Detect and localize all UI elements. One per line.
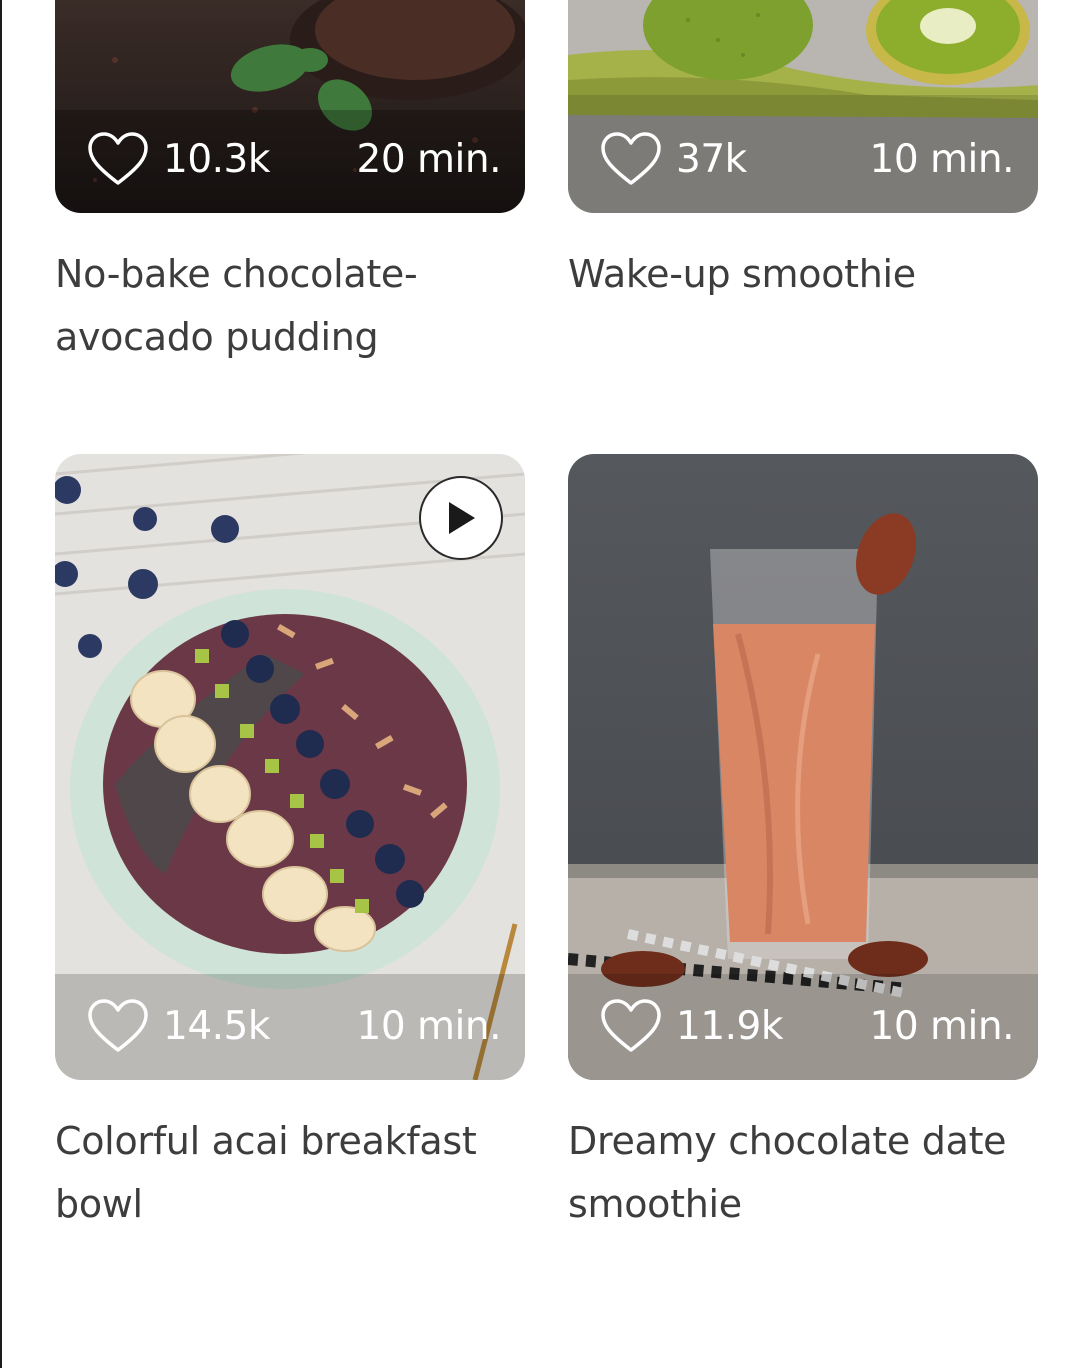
play-video-button[interactable] [419, 476, 503, 560]
recipe-meta: 11.9k 10 min. [568, 998, 1038, 1054]
recipe-title[interactable]: Dreamy chocolate date smoothie [568, 1110, 1038, 1236]
heart-outline-icon[interactable] [87, 998, 149, 1054]
heart-outline-icon[interactable] [600, 131, 662, 187]
recipe-title[interactable]: No-bake chocolate-avocado pudding [55, 243, 475, 369]
recipe-title[interactable]: Colorful acai breakfast bowl [55, 1110, 525, 1236]
recipe-image[interactable]: 10.3k 20 min. [55, 0, 525, 213]
prep-time: 20 min. [356, 136, 502, 182]
recipe-meta: 14.5k 10 min. [55, 998, 525, 1054]
heart-outline-icon[interactable] [87, 131, 149, 187]
prep-time: 10 min. [356, 1003, 502, 1049]
likes-count: 10.3k [163, 136, 270, 182]
recipe-image[interactable]: 37k 10 min. [568, 0, 1038, 213]
likes-count: 37k [676, 136, 747, 182]
likes-count: 11.9k [676, 1003, 783, 1049]
prep-time: 10 min. [869, 136, 1015, 182]
screen-edge [0, 0, 2, 1368]
prep-time: 10 min. [869, 1003, 1015, 1049]
recipe-meta: 10.3k 20 min. [55, 131, 525, 187]
recipe-meta: 37k 10 min. [568, 131, 1038, 187]
heart-outline-icon[interactable] [600, 998, 662, 1054]
play-icon [449, 502, 475, 534]
recipe-card[interactable]: 37k 10 min. Wake-up smoothie [568, 0, 1038, 306]
recipe-card[interactable]: 10.3k 20 min. No-bake chocolate-avocado … [55, 0, 525, 369]
recipe-image[interactable]: 11.9k 10 min. [568, 454, 1038, 1080]
recipe-card[interactable]: 11.9k 10 min. Dreamy chocolate date smoo… [568, 454, 1038, 1236]
recipe-card[interactable]: 14.5k 10 min. Colorful acai breakfast bo… [55, 454, 525, 1236]
recipe-image[interactable]: 14.5k 10 min. [55, 454, 525, 1080]
likes-count: 14.5k [163, 1003, 270, 1049]
recipe-title[interactable]: Wake-up smoothie [568, 243, 1008, 306]
